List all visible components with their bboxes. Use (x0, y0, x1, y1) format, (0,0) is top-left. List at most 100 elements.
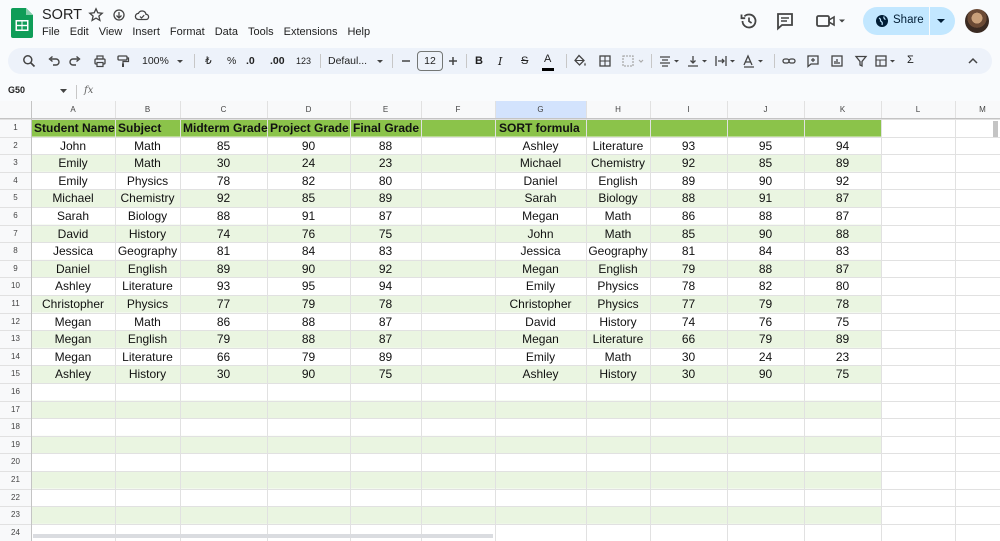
table-cell[interactable]: 82 (267, 174, 350, 188)
sorted-cell[interactable]: Ashley (495, 139, 586, 153)
row-header[interactable]: 13 (0, 330, 31, 348)
header-cell[interactable]: Final Grade (353, 121, 419, 135)
sorted-cell[interactable]: Emily (495, 350, 586, 364)
sorted-cell[interactable]: Math (586, 227, 650, 241)
sorted-cell[interactable]: Daniel (495, 174, 586, 188)
sorted-cell[interactable]: 89 (804, 156, 881, 170)
paint-format-icon[interactable] (116, 54, 130, 68)
column-header-a[interactable]: A (31, 101, 115, 119)
row-header[interactable]: 10 (0, 277, 31, 295)
insert-link-icon[interactable] (782, 54, 796, 68)
row-header[interactable]: 3 (0, 154, 31, 172)
sorted-cell[interactable]: Megan (495, 209, 586, 223)
sorted-cell[interactable]: 82 (727, 279, 804, 293)
merge-cells-icon[interactable] (621, 54, 645, 68)
table-cell[interactable]: 94 (350, 279, 421, 293)
horizontal-align-icon[interactable] (658, 54, 682, 68)
sorted-cell[interactable]: Jessica (495, 244, 586, 258)
table-cell[interactable]: 74 (180, 227, 267, 241)
number-format-button[interactable]: 123 (296, 56, 311, 66)
sorted-cell[interactable]: 78 (650, 279, 727, 293)
sorted-cell[interactable]: David (495, 315, 586, 329)
table-cell[interactable]: Literature (115, 350, 180, 364)
table-cell[interactable]: 75 (350, 227, 421, 241)
table-cell[interactable]: 95 (267, 279, 350, 293)
column-header-j[interactable]: J (727, 101, 804, 119)
table-cell[interactable]: Megan (31, 350, 115, 364)
row-header[interactable]: 11 (0, 295, 31, 313)
insert-comment-icon[interactable] (806, 54, 820, 68)
italic-button[interactable]: I (498, 55, 502, 68)
font-dropdown-icon[interactable] (375, 54, 385, 68)
bold-button[interactable]: B (475, 55, 483, 67)
sorted-cell[interactable]: 23 (804, 350, 881, 364)
table-cell[interactable]: 76 (267, 227, 350, 241)
sorted-cell[interactable]: 84 (727, 244, 804, 258)
currency-format-button[interactable]: ₺ (205, 55, 212, 67)
table-cell[interactable]: Ashley (31, 279, 115, 293)
column-header-g[interactable]: G (495, 101, 586, 119)
sorted-cell[interactable]: 85 (650, 227, 727, 241)
sorted-cell[interactable]: 92 (650, 156, 727, 170)
move-to-drive-icon[interactable] (111, 7, 127, 23)
table-cell[interactable]: 85 (267, 191, 350, 205)
table-cell[interactable]: Physics (115, 297, 180, 311)
sorted-cell[interactable]: 87 (804, 191, 881, 205)
document-title[interactable]: SORT (42, 7, 82, 23)
table-cell[interactable]: 92 (350, 262, 421, 276)
table-cell[interactable]: Math (115, 315, 180, 329)
column-header-b[interactable]: B (115, 101, 180, 119)
table-cell[interactable]: 77 (180, 297, 267, 311)
column-header-f[interactable]: F (421, 101, 495, 119)
sorted-cell[interactable]: Physics (586, 297, 650, 311)
sorted-cell[interactable]: 79 (650, 262, 727, 276)
column-header-m[interactable]: M (955, 101, 1000, 119)
row-header[interactable]: 19 (0, 436, 31, 454)
row-header[interactable]: 21 (0, 471, 31, 489)
table-cell[interactable]: Megan (31, 315, 115, 329)
table-cell[interactable]: Daniel (31, 262, 115, 276)
table-cell[interactable]: 78 (350, 297, 421, 311)
column-header-h[interactable]: H (586, 101, 650, 119)
table-cell[interactable]: 85 (180, 139, 267, 153)
table-cell[interactable]: English (115, 332, 180, 346)
table-cell[interactable]: 90 (267, 262, 350, 276)
undo-icon[interactable] (47, 54, 61, 68)
menu-tools[interactable]: Tools (248, 26, 274, 38)
fill-color-icon[interactable] (573, 54, 587, 68)
borders-icon[interactable] (598, 54, 612, 68)
row-header[interactable]: 24 (0, 524, 31, 541)
table-cell[interactable]: Ashley (31, 367, 115, 381)
table-cell[interactable]: John (31, 139, 115, 153)
sorted-cell[interactable]: 83 (804, 244, 881, 258)
table-cell[interactable]: Michael (31, 191, 115, 205)
zoom-dropdown-icon[interactable] (175, 54, 185, 68)
text-rotation-icon[interactable] (742, 54, 766, 68)
row-header[interactable]: 14 (0, 348, 31, 366)
decrease-font-size-icon[interactable] (400, 54, 412, 68)
sort-formula-label[interactable]: SORT formula (499, 121, 580, 135)
header-cell[interactable]: Subject (118, 121, 161, 135)
sorted-cell[interactable]: 90 (727, 367, 804, 381)
table-cell[interactable]: 66 (180, 350, 267, 364)
sorted-cell[interactable]: 77 (650, 297, 727, 311)
menu-insert[interactable]: Insert (132, 26, 160, 38)
table-cell[interactable]: 91 (267, 209, 350, 223)
insert-chart-icon[interactable] (830, 54, 844, 68)
sorted-cell[interactable]: History (586, 315, 650, 329)
column-header-l[interactable]: L (881, 101, 955, 119)
table-cell[interactable]: Megan (31, 332, 115, 346)
table-cell[interactable]: Biology (115, 209, 180, 223)
text-color-button[interactable]: A (544, 53, 551, 65)
table-cell[interactable]: 30 (180, 156, 267, 170)
row-header[interactable]: 17 (0, 401, 31, 419)
table-cell[interactable]: 81 (180, 244, 267, 258)
table-cell[interactable]: 84 (267, 244, 350, 258)
history-icon[interactable] (738, 10, 760, 32)
sorted-cell[interactable]: 66 (650, 332, 727, 346)
filter-icon[interactable] (854, 54, 868, 68)
spreadsheet-grid[interactable]: A B C D E F G H I J K L M 1 2 3 4 5 6 7 8 9 10 11 12 13 14 15 16 17 18… (0, 101, 1000, 541)
sorted-cell[interactable]: Emily (495, 279, 586, 293)
menu-format[interactable]: Format (170, 26, 205, 38)
sorted-cell[interactable]: Biology (586, 191, 650, 205)
